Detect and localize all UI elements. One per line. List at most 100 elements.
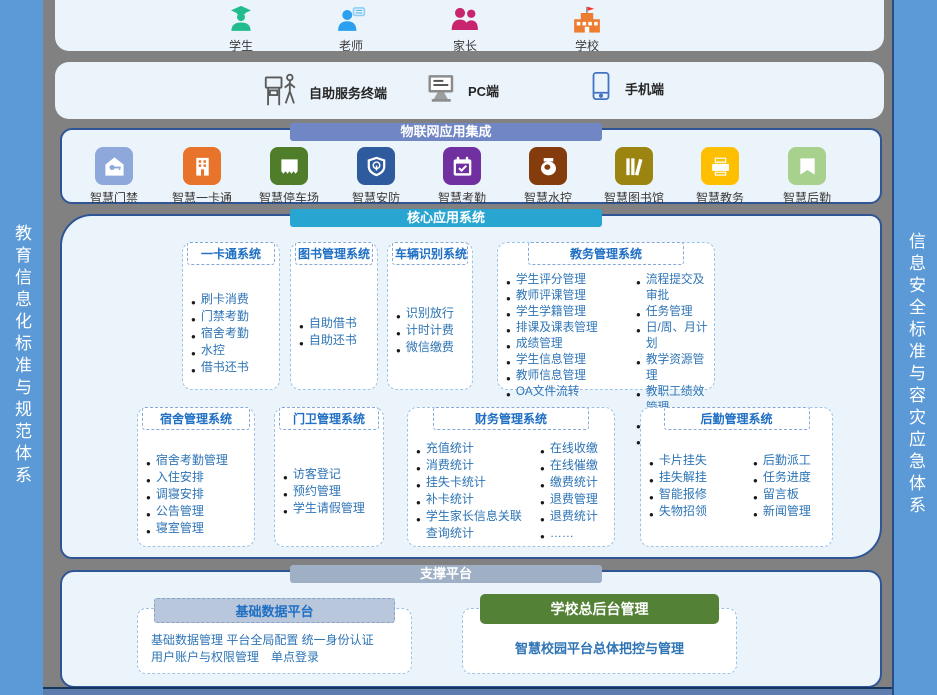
feature-item: 宿舍考勤管理: [146, 452, 252, 469]
feature-item: 留言板: [753, 486, 830, 503]
iot-module: 智慧停车场: [247, 147, 331, 206]
feature-item: 门禁考勤: [191, 308, 277, 325]
school-admin-platform-desc: 智慧校园平台总体把控与管理: [462, 640, 737, 657]
academic-icon: [701, 147, 739, 185]
school-icon: [541, 5, 633, 36]
feature-item: 寝室管理: [146, 520, 252, 537]
card-vehicle-system: 车辆识别系统 识别放行计时计费微信缴费: [387, 242, 473, 390]
iot-module: 智慧考勤: [420, 147, 504, 206]
feature-item: 退费统计: [540, 508, 612, 525]
card-title: 图书管理系统: [295, 242, 373, 265]
terminal-label: 手机端: [625, 79, 664, 98]
iot-module: 智慧安防: [334, 147, 418, 206]
bottom-accent-bar: [0, 687, 937, 695]
feature-item: 缴费统计: [540, 474, 612, 491]
card-title: 一卡通系统: [187, 242, 275, 265]
feature-item: 刷卡消费: [191, 291, 277, 308]
feature-item: 计时计费: [396, 322, 470, 339]
feature-item: 卡片挂失: [649, 452, 743, 469]
library-icon: [615, 147, 653, 185]
user-role-item: 老师: [305, 5, 397, 54]
feature-item: 学生信息管理: [506, 352, 626, 368]
feature-item: 微信缴费: [396, 339, 470, 356]
feature-item: 学生评分管理: [506, 272, 626, 288]
parking-icon: [270, 147, 308, 185]
iot-section-header: 物联网应用集成: [290, 123, 602, 141]
iot-module: 智慧图书馆: [592, 147, 676, 206]
user-role-item: 学校: [541, 5, 633, 54]
feature-item: 挂失解挂: [649, 469, 743, 486]
iot-module-label: 智慧停车场: [247, 189, 331, 206]
user-role-label: 老师: [305, 37, 397, 54]
school-admin-platform-title: 学校总后台管理: [480, 594, 719, 624]
door-access-icon: [95, 147, 133, 185]
teacher-icon: [305, 5, 397, 36]
iot-module-label: 智慧水控: [506, 189, 590, 206]
card-title: 车辆识别系统: [392, 242, 468, 265]
feature-item: 访客登记: [283, 466, 381, 483]
feature-item: 流程提交及审批: [636, 272, 712, 304]
iot-module: 智慧教务: [678, 147, 762, 206]
student-icon: [195, 5, 287, 36]
parents-icon: [419, 5, 511, 36]
base-data-platform-title: 基础数据平台: [154, 598, 395, 623]
feature-item: 学生学籍管理: [506, 304, 626, 320]
feature-item: 日/周、月计划: [636, 320, 712, 352]
iot-module-label: 智慧安防: [334, 189, 418, 206]
card-finance-system: 财务管理系统 充值统计消费统计挂失卡统计补卡统计学生家长信息关联查询统计 在线收…: [407, 407, 615, 547]
feature-item: 教师信息管理: [506, 368, 626, 384]
logistics-icon: [788, 147, 826, 185]
card-dorm-system: 宿舍管理系统 宿舍考勤管理入住安排调寝安排公告管理寝室管理: [137, 407, 255, 547]
base-platform-line2: 用户账户与权限管理 单点登录: [151, 649, 406, 666]
card-title: 门卫管理系统: [279, 407, 379, 430]
card-library-system: 图书管理系统 自助借书自助还书: [290, 242, 378, 390]
card-onecard-system: 一卡通系统 刷卡消费门禁考勤宿舍考勤水控借书还书: [182, 242, 280, 390]
iot-module-label: 智慧门禁: [72, 189, 156, 206]
iot-integration-panel: 物联网应用集成 智慧门禁 智慧一卡通 智慧停车场: [60, 128, 882, 204]
feature-item: 教师评课管理: [506, 288, 626, 304]
feature-item: 预约管理: [283, 483, 381, 500]
feature-item: 学生请假管理: [283, 500, 381, 517]
terminal-label: PC端: [468, 81, 499, 100]
card-title: 后勤管理系统: [664, 407, 810, 430]
feature-item: 任务管理: [636, 304, 712, 320]
base-data-platform-desc: 基础数据管理 平台全局配置 统一身份认证 用户账户与权限管理 单点登录: [151, 632, 406, 666]
feature-item: 水控: [191, 342, 277, 359]
feature-item: 自助还书: [299, 332, 375, 349]
feature-item: 在线收缴: [540, 440, 612, 457]
feature-item: OA文件流转: [506, 384, 626, 400]
phone-icon: [586, 71, 616, 106]
card-title: 财务管理系统: [433, 407, 589, 430]
security-icon: [357, 147, 395, 185]
pc-icon: [426, 71, 459, 109]
terminals-panel: 自助服务终端 PC端 手机端: [55, 62, 884, 119]
feature-item: 宿舍考勤: [191, 325, 277, 342]
user-role-label: 学校: [541, 37, 633, 54]
users-panel: 学生 老师 家长 学校: [55, 0, 884, 51]
feature-item: 失物招领: [649, 503, 743, 520]
smart-campus-architecture-diagram: 教育信息化标准与规范体系 信息安全标准与容灾应急体系 学生 老师 家长 学: [0, 0, 937, 695]
card-gate-system: 门卫管理系统 访客登记预约管理学生请假管理: [274, 407, 384, 547]
feature-item: 挂失卡统计: [416, 474, 530, 491]
feature-item: 消费统计: [416, 457, 530, 474]
feature-item: 充值统计: [416, 440, 530, 457]
user-role-item: 学生: [195, 5, 287, 54]
core-systems-panel: 核心应用系统 一卡通系统 刷卡消费门禁考勤宿舍考勤水控借书还书 图书管理系统 自…: [60, 214, 882, 559]
card-academic-system: 教务管理系统 学生评分管理教师评课管理学生学籍管理排课及课表管理成绩管理学生信息…: [497, 242, 715, 390]
iot-module: 智慧水控: [506, 147, 590, 206]
support-section-header: 支撑平台: [290, 565, 602, 583]
feature-item: 在线催缴: [540, 457, 612, 474]
feature-item: 借书还书: [191, 359, 277, 376]
right-security-label: 信息安全标准与容灾应急体系: [903, 232, 928, 518]
iot-module-label: 智慧后勤: [765, 189, 849, 206]
feature-item: 智能报修: [649, 486, 743, 503]
card-title: 宿舍管理系统: [142, 407, 250, 430]
feature-item: 新闻管理: [753, 503, 830, 520]
terminal-item: 手机端: [586, 71, 664, 106]
feature-item: 调寝安排: [146, 486, 252, 503]
right-security-strip: 信息安全标准与容灾应急体系: [892, 0, 937, 695]
feature-item: 自助借书: [299, 315, 375, 332]
terminal-item: 自助服务终端: [263, 71, 387, 113]
base-data-platform-card: 基础数据平台 基础数据管理 平台全局配置 统一身份认证 用户账户与权限管理 单点…: [137, 598, 412, 674]
water-icon: [529, 147, 567, 185]
